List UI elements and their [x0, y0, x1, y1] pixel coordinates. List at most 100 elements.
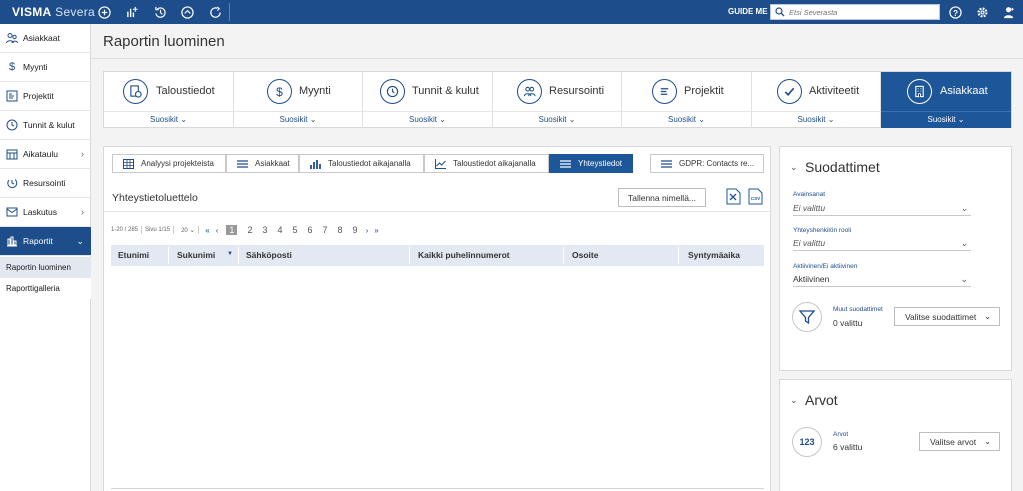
select-values-button[interactable]: Valitse arvot ⌄ — [919, 432, 1000, 451]
select-filters-button[interactable]: Valitse suodattimet ⌄ — [894, 307, 1000, 326]
column-separator — [409, 247, 410, 264]
sidebar-item-projects[interactable]: Projektit — [0, 82, 91, 111]
page-link[interactable]: 9 — [353, 225, 358, 235]
card-hours-expenses[interactable]: Tunnit & kulut Suosikit ⌄ — [363, 72, 493, 128]
tab-contact-info[interactable]: Yhteystiedot — [549, 154, 633, 173]
brand-logo[interactable]: VISMA Severa — [12, 5, 95, 19]
page-link[interactable]: 5 — [292, 225, 297, 235]
page-link[interactable]: 2 — [247, 225, 252, 235]
help-icon[interactable]: ? — [945, 3, 965, 21]
chevron-down-icon[interactable]: ⌄ — [790, 395, 798, 406]
chevron-down-icon: ⌄ — [76, 236, 84, 246]
report-panel: Analyysi projekteista Asiakkaat Talousti… — [103, 146, 772, 491]
list-icon — [560, 159, 571, 169]
checkmark-icon — [777, 79, 802, 104]
chevron-right-icon: › — [81, 149, 84, 159]
chevron-down-icon: ⌄ — [960, 203, 968, 213]
filter-label: Yhteyshenkilön rooli — [793, 227, 852, 234]
tab-gdpr-contacts[interactable]: GDPR: Contacts re... — [650, 154, 764, 173]
chevron-down-icon: ⌄ — [189, 227, 196, 234]
user-icon[interactable] — [999, 3, 1019, 21]
divider — [91, 58, 1023, 59]
first-page-icon[interactable]: « — [205, 226, 209, 235]
card-projects[interactable]: Projektit Suosikit ⌄ — [622, 72, 752, 128]
sidebar-item-hours[interactable]: Tunnit & kulut — [0, 111, 91, 140]
favorites-dropdown[interactable]: Suosikit ⌄ — [622, 111, 751, 128]
tab-project-analysis[interactable]: Analyysi projekteista — [112, 154, 226, 173]
divider — [141, 226, 143, 234]
timer-icon[interactable] — [177, 3, 197, 21]
sidebar-item-invoicing[interactable]: Laskutus › — [0, 198, 91, 227]
add-icon[interactable] — [94, 3, 114, 21]
column-header-address[interactable]: Osoite — [572, 250, 598, 260]
next-page-icon[interactable]: › — [366, 226, 369, 235]
dollar-icon: $ — [8, 61, 16, 73]
resource-icon — [6, 177, 18, 189]
table-header: Etunimi Sukunimi ▼ Sähköposti Kaikki puh… — [111, 245, 764, 266]
chevron-down-icon: ⌄ — [984, 312, 991, 321]
keywords-select[interactable]: Ei valittu ⌄ — [793, 203, 971, 216]
active-status-select[interactable]: Aktiivinen ⌄ — [793, 274, 971, 287]
sidebar-item-sales[interactable]: $ Myynti — [0, 53, 91, 82]
search-input[interactable] — [789, 6, 937, 18]
favorites-dropdown[interactable]: Suosikit ⌄ — [104, 111, 233, 128]
filters-panel: ⌄ Suodattimet Avainsanat Ei valittu ⌄ Yht… — [779, 146, 1012, 371]
guide-me-button[interactable]: GUIDE ME — [728, 7, 768, 16]
column-header-birth-date[interactable]: Syntymäaika — [688, 250, 740, 260]
csv-export-icon[interactable]: CSV — [748, 188, 763, 205]
page-link[interactable]: 7 — [323, 225, 328, 235]
chevron-right-icon: › — [81, 207, 84, 217]
sidebar-subitem-report-gallery[interactable]: Raporttigalleria — [0, 278, 91, 299]
card-resourcing[interactable]: Resursointi Suosikit ⌄ — [493, 72, 622, 128]
sidebar-item-resourcing[interactable]: Resursointi — [0, 169, 91, 198]
sidebar-subitem-create-report[interactable]: Raportin luominen — [0, 257, 91, 278]
tab-financials-timeline-bar[interactable]: Taloustiedot aikajanalla — [299, 154, 424, 173]
refresh-icon[interactable] — [205, 3, 225, 21]
toolbar-divider — [229, 3, 230, 21]
favorites-dropdown[interactable]: Suosikit ⌄ — [363, 111, 492, 128]
list-icon — [237, 159, 248, 169]
settings-icon[interactable] — [972, 3, 992, 21]
column-header-phone-numbers[interactable]: Kaikki puhelinnumerot — [418, 250, 510, 260]
values-count: 6 valittu — [833, 442, 863, 452]
card-sales[interactable]: $ Myynti Suosikit ⌄ — [234, 72, 363, 128]
financials-icon — [123, 79, 148, 104]
search-box[interactable] — [770, 4, 940, 20]
favorites-dropdown[interactable]: Suosikit ⌄ — [881, 111, 1011, 128]
page-link[interactable]: 4 — [277, 225, 282, 235]
favorites-dropdown[interactable]: Suosikit ⌄ — [493, 111, 621, 128]
sidebar-item-label: Raportit — [23, 236, 53, 246]
page-link[interactable]: 1 — [226, 225, 238, 235]
page-link[interactable]: 6 — [308, 225, 313, 235]
last-page-icon[interactable]: » — [374, 226, 378, 235]
sort-desc-icon[interactable]: ▼ — [227, 251, 233, 257]
column-header-email[interactable]: Sähköposti — [246, 250, 292, 260]
card-label: Myynti — [299, 85, 331, 97]
sidebar-item-reports[interactable]: Raportit ⌄ — [0, 227, 91, 256]
chevron-down-icon[interactable]: ⌄ — [790, 162, 798, 173]
sidebar-item-schedule[interactable]: Aikataulu › — [0, 140, 91, 169]
favorites-dropdown[interactable]: Suosikit ⌄ — [752, 111, 880, 128]
favorites-dropdown[interactable]: Suosikit ⌄ — [234, 111, 362, 128]
card-financials[interactable]: Taloustiedot Suosikit ⌄ — [104, 72, 234, 128]
page-size-select[interactable]: 20 ⌄ — [181, 226, 195, 234]
line-chart-icon — [435, 158, 446, 169]
tab-customers[interactable]: Asiakkaat — [226, 154, 299, 173]
column-header-last-name[interactable]: Sukunimi — [177, 250, 215, 260]
prev-page-icon[interactable]: ‹ — [216, 226, 219, 235]
sidebar-item-customers[interactable]: Asiakkaat — [0, 24, 91, 53]
excel-export-icon[interactable] — [726, 188, 741, 205]
customers-icon — [6, 32, 18, 44]
page-link[interactable]: 3 — [262, 225, 267, 235]
contact-role-select[interactable]: Ei valittu ⌄ — [793, 238, 971, 251]
history-icon[interactable] — [150, 3, 170, 21]
card-activities[interactable]: Aktiviteetit Suosikit ⌄ — [752, 72, 881, 128]
quick-add-icon[interactable] — [122, 3, 142, 21]
card-customers[interactable]: Asiakkaat Suosikit ⌄ — [881, 72, 1011, 128]
page-link[interactable]: 8 — [338, 225, 343, 235]
column-header-first-name[interactable]: Etunimi — [118, 250, 149, 260]
chevron-down-icon: ⌄ — [439, 115, 446, 124]
chevron-down-icon: ⌄ — [698, 115, 705, 124]
tab-financials-timeline-line[interactable]: Taloustiedot aikajanalla — [424, 154, 549, 173]
save-as-button[interactable]: Tallenna nimellä... — [618, 188, 706, 207]
